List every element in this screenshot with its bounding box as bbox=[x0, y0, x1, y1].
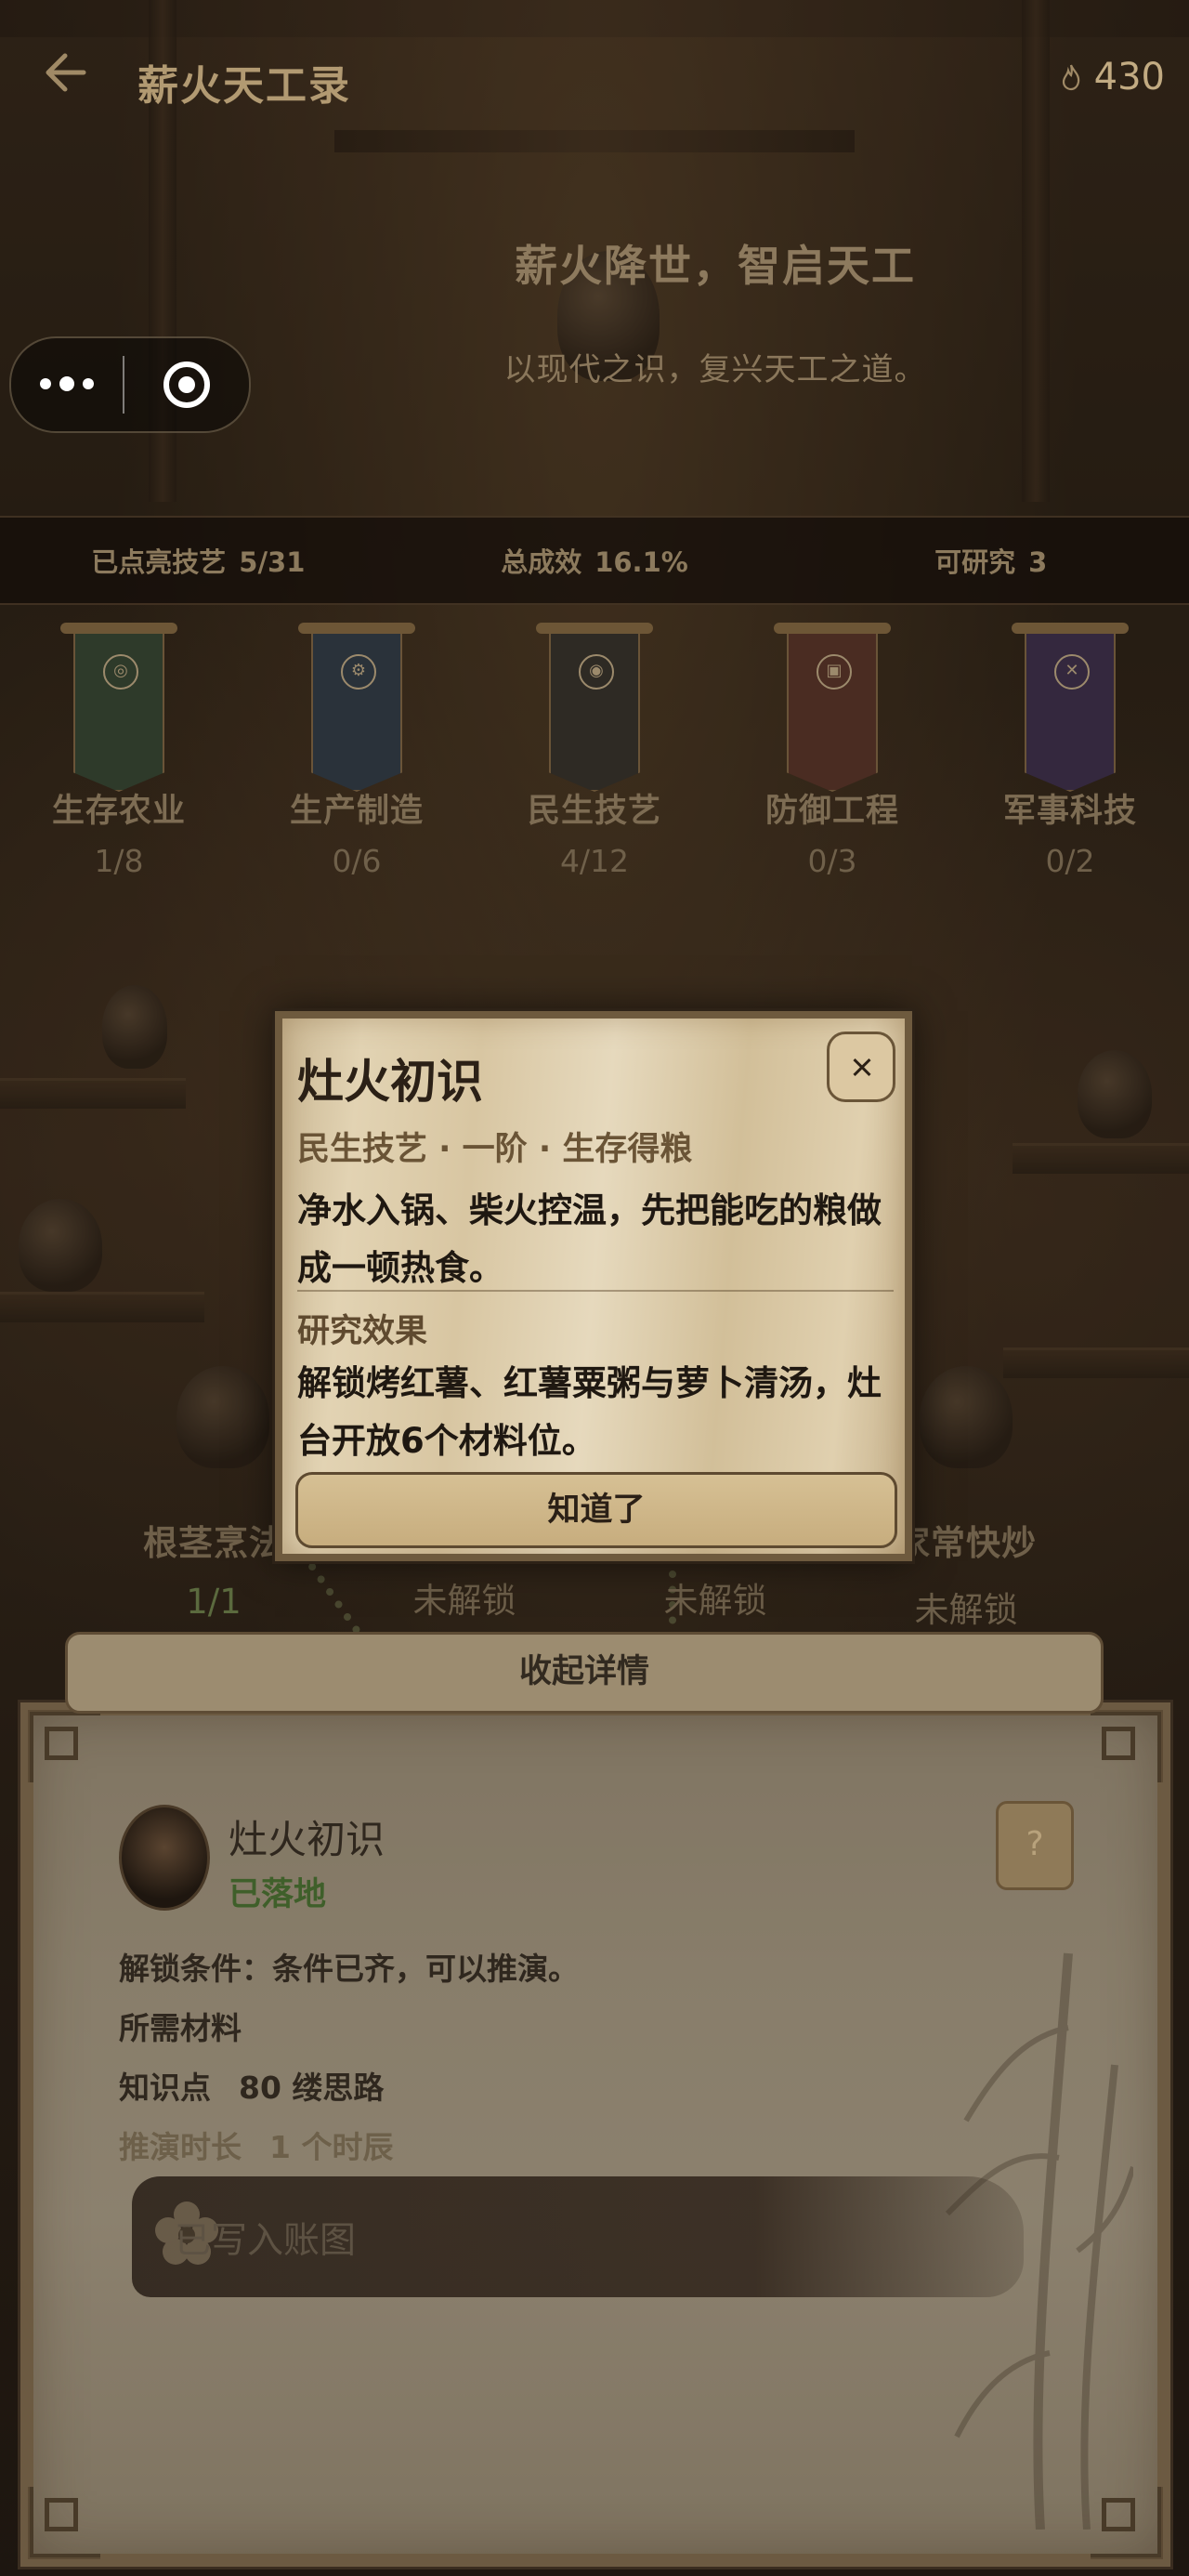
knowledge-points: 知识点 80 缕思路 bbox=[119, 2063, 384, 2108]
category-count: 1/8 bbox=[94, 843, 144, 879]
stat-label: 已点亮技艺 bbox=[91, 546, 227, 578]
category-tab-livelihood[interactable]: ◉ 民生技艺 4/12 bbox=[502, 621, 687, 879]
progress-stats-bar: 已点亮技艺 5/31 总成效 16.1% 可研究 3 bbox=[0, 516, 1189, 605]
unlock-condition: 解锁条件：条件已齐，可以推演。 bbox=[119, 1944, 579, 1989]
knowledge-value: 80 缕思路 bbox=[239, 2070, 385, 2106]
category-banner: ◎ bbox=[60, 621, 177, 797]
recorded-status-label: 已写入账图 bbox=[175, 2220, 357, 2262]
modal-description: 净水入锅、柴火控温，先把能吃的粮做成一顿热食。 bbox=[297, 1190, 882, 1288]
more-dots-icon bbox=[83, 378, 94, 389]
miniprogram-capsule bbox=[9, 336, 251, 433]
knowledge-label: 知识点 bbox=[119, 2070, 211, 2106]
banner-rod bbox=[60, 623, 177, 634]
category-tab-manufacturing[interactable]: ⚙ 生产制造 0/6 bbox=[264, 621, 450, 879]
category-emblem-icon: ◉ bbox=[579, 654, 614, 690]
category-emblem-icon: ⚙ bbox=[341, 654, 376, 690]
collapse-details-button[interactable]: 收起详情 bbox=[65, 1632, 1104, 1714]
more-dots-icon bbox=[59, 376, 74, 391]
stat-label: 可研究 bbox=[934, 546, 1016, 578]
help-button[interactable]: ? bbox=[996, 1801, 1074, 1890]
category-banner: ▣ bbox=[774, 621, 891, 797]
stat-value: 3 bbox=[1028, 546, 1048, 578]
category-count: 0/6 bbox=[332, 843, 382, 879]
close-icon[interactable] bbox=[827, 1032, 895, 1102]
tech-node-state: 未解锁 bbox=[914, 1590, 1018, 1630]
unlock-value: 条件已齐，可以推演。 bbox=[272, 1951, 579, 1987]
category-banner: ✕ bbox=[1012, 621, 1129, 797]
category-tabs: ◎ 生存农业 1/8 ⚙ 生产制造 0/6 ◉ 民生技艺 4/12 ▣ 防御工程… bbox=[0, 621, 1189, 890]
tech-info-modal: 灶火初识 民生技艺 · 一阶 · 生存得粮 净水入锅、柴火控温，先把能吃的粮做成… bbox=[272, 1008, 915, 1564]
category-count: 0/3 bbox=[807, 843, 857, 879]
currency-display: 430 bbox=[1061, 56, 1165, 99]
tech-node-state: 1/1 bbox=[186, 1582, 242, 1622]
category-tab-agriculture[interactable]: ◎ 生存农业 1/8 bbox=[26, 621, 212, 879]
banner-rod bbox=[298, 623, 415, 634]
currency-value: 430 bbox=[1093, 56, 1165, 99]
category-count: 0/2 bbox=[1045, 843, 1095, 879]
more-menu-button[interactable] bbox=[11, 376, 123, 391]
page-title: 薪火天工录 bbox=[137, 62, 351, 110]
category-count: 4/12 bbox=[559, 843, 630, 879]
modal-divider bbox=[297, 1290, 894, 1292]
duration-label: 推演时长 bbox=[119, 2129, 242, 2165]
unlock-label: 解锁条件： bbox=[119, 1951, 272, 1987]
category-emblem-icon: ◎ bbox=[103, 654, 138, 690]
modal-meta: 民生技艺 · 一阶 · 生存得粮 bbox=[297, 1131, 693, 1168]
modal-title: 灶火初识 bbox=[297, 1054, 483, 1109]
materials-label: 所需材料 bbox=[119, 2010, 242, 2046]
banner-rod bbox=[536, 623, 653, 634]
effect-title: 研究效果 bbox=[297, 1313, 428, 1350]
detail-status-badge: 已落地 bbox=[229, 1876, 327, 1913]
duration-value: 1 个时辰 bbox=[269, 2129, 394, 2165]
detail-title: 灶火初识 bbox=[229, 1817, 385, 1862]
banner-rod bbox=[774, 623, 891, 634]
stat-value: 5/31 bbox=[239, 546, 306, 578]
tech-node-state: 未解锁 bbox=[663, 1581, 767, 1621]
stat-label: 总成效 bbox=[501, 546, 582, 578]
category-emblem-icon: ▣ bbox=[817, 654, 852, 690]
effect-text: 解锁烤红薯、红薯粟粥与萝卜清汤，灶台开放6个材料位。 bbox=[297, 1363, 882, 1461]
stat-value: 16.1% bbox=[594, 546, 688, 578]
tech-detail-panel: 灶火初识 已落地 ? 解锁条件：条件已齐，可以推演。 所需材料 知识点 80 缕思… bbox=[18, 1700, 1173, 2569]
hero-title: 薪火降世，智启天工 bbox=[515, 241, 916, 291]
acknowledge-button[interactable]: 知道了 bbox=[295, 1472, 897, 1548]
flame-icon bbox=[1062, 64, 1079, 91]
tech-avatar-icon bbox=[119, 1805, 210, 1911]
more-dots-icon bbox=[40, 378, 51, 389]
stat-lit-skills: 已点亮技艺 5/31 bbox=[0, 541, 397, 580]
category-banner: ⚙ bbox=[298, 621, 415, 797]
research-duration: 推演时长 1 个时辰 bbox=[119, 2123, 393, 2167]
back-arrow-icon[interactable] bbox=[39, 45, 95, 100]
close-miniprogram-button[interactable] bbox=[124, 361, 249, 408]
category-tab-military[interactable]: ✕ 军事科技 0/2 bbox=[977, 621, 1163, 879]
category-banner: ◉ bbox=[536, 621, 653, 797]
stat-researchable: 可研究 3 bbox=[792, 541, 1189, 580]
tech-node-state: 未解锁 bbox=[412, 1581, 516, 1621]
target-circle-icon bbox=[163, 361, 210, 408]
category-emblem-icon: ✕ bbox=[1054, 654, 1090, 690]
banner-rod bbox=[1012, 623, 1129, 634]
category-tab-defense[interactable]: ▣ 防御工程 0/3 bbox=[739, 621, 925, 879]
stat-total-effect: 总成效 16.1% bbox=[397, 541, 793, 580]
